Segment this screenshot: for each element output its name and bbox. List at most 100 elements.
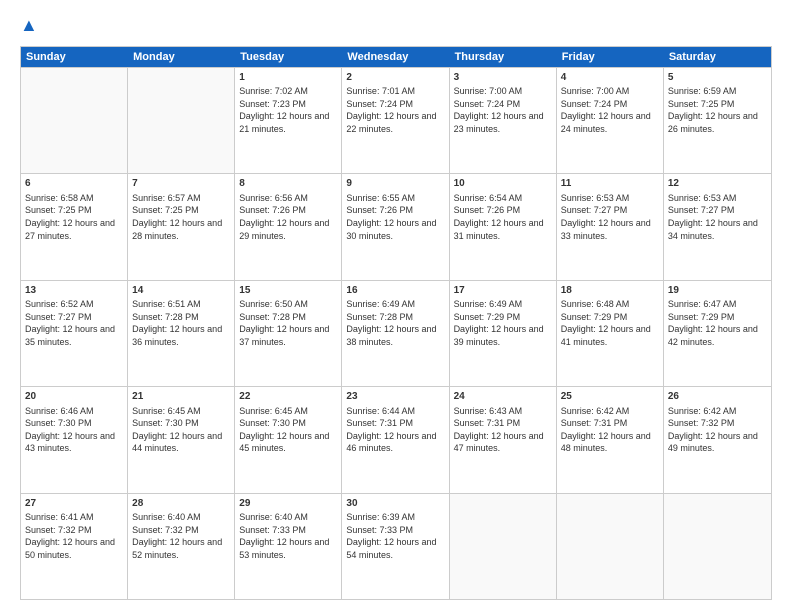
calendar-cell: 27Sunrise: 6:41 AM Sunset: 7:32 PM Dayli… [21, 494, 128, 599]
calendar-cell: 24Sunrise: 6:43 AM Sunset: 7:31 PM Dayli… [450, 387, 557, 492]
weekday-header: Thursday [450, 47, 557, 67]
day-number: 16 [346, 284, 444, 298]
calendar-cell: 5Sunrise: 6:59 AM Sunset: 7:25 PM Daylig… [664, 68, 771, 173]
cell-info: Sunrise: 6:41 AM Sunset: 7:32 PM Dayligh… [25, 511, 123, 561]
cell-info: Sunrise: 7:00 AM Sunset: 7:24 PM Dayligh… [561, 85, 659, 135]
cell-info: Sunrise: 6:52 AM Sunset: 7:27 PM Dayligh… [25, 298, 123, 348]
header: ▲ [20, 16, 772, 36]
cell-info: Sunrise: 6:45 AM Sunset: 7:30 PM Dayligh… [132, 405, 230, 455]
calendar-cell [21, 68, 128, 173]
weekday-header: Monday [128, 47, 235, 67]
cell-info: Sunrise: 7:02 AM Sunset: 7:23 PM Dayligh… [239, 85, 337, 135]
day-number: 19 [668, 284, 767, 298]
calendar-cell [128, 68, 235, 173]
day-number: 26 [668, 390, 767, 404]
day-number: 25 [561, 390, 659, 404]
cell-info: Sunrise: 6:40 AM Sunset: 7:33 PM Dayligh… [239, 511, 337, 561]
day-number: 24 [454, 390, 552, 404]
calendar-cell: 13Sunrise: 6:52 AM Sunset: 7:27 PM Dayli… [21, 281, 128, 386]
day-number: 12 [668, 177, 767, 191]
cell-info: Sunrise: 6:43 AM Sunset: 7:31 PM Dayligh… [454, 405, 552, 455]
calendar-cell: 18Sunrise: 6:48 AM Sunset: 7:29 PM Dayli… [557, 281, 664, 386]
day-number: 7 [132, 177, 230, 191]
calendar-cell: 29Sunrise: 6:40 AM Sunset: 7:33 PM Dayli… [235, 494, 342, 599]
calendar-header: SundayMondayTuesdayWednesdayThursdayFrid… [21, 47, 771, 67]
day-number: 18 [561, 284, 659, 298]
logo-blue-icon-text: ▲ [20, 15, 38, 35]
day-number: 14 [132, 284, 230, 298]
day-number: 30 [346, 497, 444, 511]
calendar-cell: 19Sunrise: 6:47 AM Sunset: 7:29 PM Dayli… [664, 281, 771, 386]
calendar-cell: 28Sunrise: 6:40 AM Sunset: 7:32 PM Dayli… [128, 494, 235, 599]
day-number: 29 [239, 497, 337, 511]
cell-info: Sunrise: 6:54 AM Sunset: 7:26 PM Dayligh… [454, 192, 552, 242]
day-number: 22 [239, 390, 337, 404]
day-number: 1 [239, 71, 337, 85]
day-number: 11 [561, 177, 659, 191]
cell-info: Sunrise: 6:45 AM Sunset: 7:30 PM Dayligh… [239, 405, 337, 455]
day-number: 6 [25, 177, 123, 191]
cell-info: Sunrise: 6:39 AM Sunset: 7:33 PM Dayligh… [346, 511, 444, 561]
cell-info: Sunrise: 6:58 AM Sunset: 7:25 PM Dayligh… [25, 192, 123, 242]
cell-info: Sunrise: 6:42 AM Sunset: 7:32 PM Dayligh… [668, 405, 767, 455]
cell-info: Sunrise: 6:49 AM Sunset: 7:29 PM Dayligh… [454, 298, 552, 348]
calendar-cell [664, 494, 771, 599]
calendar-cell: 10Sunrise: 6:54 AM Sunset: 7:26 PM Dayli… [450, 174, 557, 279]
calendar-cell [557, 494, 664, 599]
calendar-row: 1Sunrise: 7:02 AM Sunset: 7:23 PM Daylig… [21, 67, 771, 173]
calendar-cell: 8Sunrise: 6:56 AM Sunset: 7:26 PM Daylig… [235, 174, 342, 279]
calendar-cell: 4Sunrise: 7:00 AM Sunset: 7:24 PM Daylig… [557, 68, 664, 173]
calendar-cell: 6Sunrise: 6:58 AM Sunset: 7:25 PM Daylig… [21, 174, 128, 279]
day-number: 15 [239, 284, 337, 298]
cell-info: Sunrise: 6:53 AM Sunset: 7:27 PM Dayligh… [561, 192, 659, 242]
day-number: 5 [668, 71, 767, 85]
day-number: 2 [346, 71, 444, 85]
calendar-cell: 1Sunrise: 7:02 AM Sunset: 7:23 PM Daylig… [235, 68, 342, 173]
cell-info: Sunrise: 7:01 AM Sunset: 7:24 PM Dayligh… [346, 85, 444, 135]
calendar-cell: 23Sunrise: 6:44 AM Sunset: 7:31 PM Dayli… [342, 387, 449, 492]
weekday-header: Tuesday [235, 47, 342, 67]
calendar-cell: 3Sunrise: 7:00 AM Sunset: 7:24 PM Daylig… [450, 68, 557, 173]
day-number: 4 [561, 71, 659, 85]
day-number: 3 [454, 71, 552, 85]
calendar-cell: 16Sunrise: 6:49 AM Sunset: 7:28 PM Dayli… [342, 281, 449, 386]
cell-info: Sunrise: 6:44 AM Sunset: 7:31 PM Dayligh… [346, 405, 444, 455]
calendar-row: 13Sunrise: 6:52 AM Sunset: 7:27 PM Dayli… [21, 280, 771, 386]
calendar-cell: 22Sunrise: 6:45 AM Sunset: 7:30 PM Dayli… [235, 387, 342, 492]
calendar: SundayMondayTuesdayWednesdayThursdayFrid… [20, 46, 772, 600]
cell-info: Sunrise: 6:46 AM Sunset: 7:30 PM Dayligh… [25, 405, 123, 455]
cell-info: Sunrise: 6:50 AM Sunset: 7:28 PM Dayligh… [239, 298, 337, 348]
cell-info: Sunrise: 6:47 AM Sunset: 7:29 PM Dayligh… [668, 298, 767, 348]
cell-info: Sunrise: 6:48 AM Sunset: 7:29 PM Dayligh… [561, 298, 659, 348]
calendar-cell: 7Sunrise: 6:57 AM Sunset: 7:25 PM Daylig… [128, 174, 235, 279]
cell-info: Sunrise: 7:00 AM Sunset: 7:24 PM Dayligh… [454, 85, 552, 135]
cell-info: Sunrise: 6:56 AM Sunset: 7:26 PM Dayligh… [239, 192, 337, 242]
weekday-header: Saturday [664, 47, 771, 67]
cell-info: Sunrise: 6:57 AM Sunset: 7:25 PM Dayligh… [132, 192, 230, 242]
cell-info: Sunrise: 6:59 AM Sunset: 7:25 PM Dayligh… [668, 85, 767, 135]
calendar-cell: 20Sunrise: 6:46 AM Sunset: 7:30 PM Dayli… [21, 387, 128, 492]
day-number: 13 [25, 284, 123, 298]
page: ▲ SundayMondayTuesdayWednesdayThursdayFr… [0, 0, 792, 612]
logo: ▲ [20, 16, 38, 36]
day-number: 21 [132, 390, 230, 404]
calendar-cell: 25Sunrise: 6:42 AM Sunset: 7:31 PM Dayli… [557, 387, 664, 492]
weekday-header: Friday [557, 47, 664, 67]
day-number: 23 [346, 390, 444, 404]
calendar-cell: 30Sunrise: 6:39 AM Sunset: 7:33 PM Dayli… [342, 494, 449, 599]
day-number: 28 [132, 497, 230, 511]
cell-info: Sunrise: 6:40 AM Sunset: 7:32 PM Dayligh… [132, 511, 230, 561]
day-number: 20 [25, 390, 123, 404]
day-number: 27 [25, 497, 123, 511]
weekday-header: Sunday [21, 47, 128, 67]
calendar-row: 27Sunrise: 6:41 AM Sunset: 7:32 PM Dayli… [21, 493, 771, 599]
day-number: 17 [454, 284, 552, 298]
calendar-cell [450, 494, 557, 599]
calendar-cell: 15Sunrise: 6:50 AM Sunset: 7:28 PM Dayli… [235, 281, 342, 386]
day-number: 8 [239, 177, 337, 191]
calendar-cell: 26Sunrise: 6:42 AM Sunset: 7:32 PM Dayli… [664, 387, 771, 492]
weekday-header: Wednesday [342, 47, 449, 67]
calendar-cell: 11Sunrise: 6:53 AM Sunset: 7:27 PM Dayli… [557, 174, 664, 279]
calendar-cell: 9Sunrise: 6:55 AM Sunset: 7:26 PM Daylig… [342, 174, 449, 279]
calendar-cell: 21Sunrise: 6:45 AM Sunset: 7:30 PM Dayli… [128, 387, 235, 492]
